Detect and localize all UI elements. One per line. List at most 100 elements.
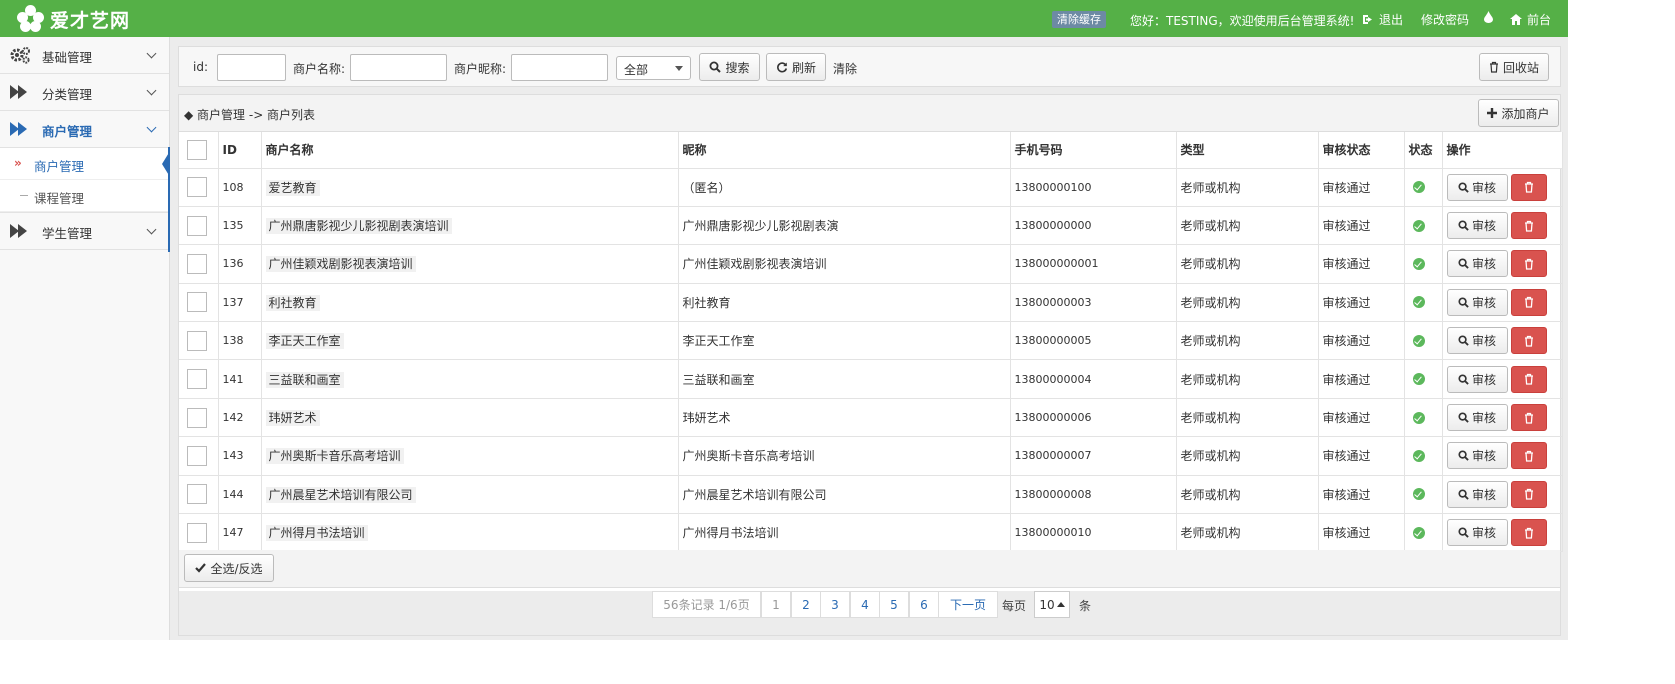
trash-icon: [1524, 489, 1533, 500]
cell-audit-status: 审核通过: [1318, 206, 1405, 246]
delete-button[interactable]: [1510, 404, 1547, 432]
panel-header: ◆ 商户管理 -> 商户列表 添加商户: [179, 95, 1560, 132]
trash-icon: [1524, 373, 1533, 385]
next-page-link[interactable]: 下一页: [938, 591, 998, 618]
audit-button[interactable]: 审核: [1446, 442, 1508, 470]
cell-audit-status: 审核通过: [1318, 244, 1405, 284]
page-link[interactable]: 6: [909, 591, 939, 618]
status-select[interactable]: 全部: [616, 56, 691, 80]
check-circle-icon: [1412, 526, 1425, 539]
cell-type: 老师或机构: [1176, 168, 1319, 207]
audit-button[interactable]: 审核: [1446, 173, 1508, 201]
search-icon: [1458, 297, 1469, 308]
audit-button[interactable]: 审核: [1446, 212, 1508, 240]
change-password-link[interactable]: 修改密码: [1421, 11, 1469, 28]
theme-drop-link[interactable]: [1484, 11, 1493, 23]
sidebar-item-merchant-manage[interactable]: » 商户管理: [0, 148, 170, 180]
audit-button[interactable]: 审核: [1446, 519, 1508, 547]
cell-audit-status: 审核通过: [1318, 436, 1405, 476]
row-checkbox[interactable]: [187, 522, 207, 543]
sidebar-group-label: 商户管理: [42, 124, 93, 139]
clear-link[interactable]: 清除: [833, 60, 857, 77]
row-select-cell: [179, 436, 219, 476]
row-checkbox[interactable]: [187, 484, 207, 505]
page-link[interactable]: 5: [879, 591, 909, 618]
merchant-name-input[interactable]: [350, 54, 447, 81]
refresh-button[interactable]: 刷新: [766, 53, 826, 81]
id-input[interactable]: [217, 54, 286, 81]
select-all-toggle-button[interactable]: 全选/反选: [184, 554, 274, 582]
check-circle-icon: [1412, 181, 1425, 194]
cell-nickname: 广州佳颖戏剧影视表演培训: [678, 244, 1011, 284]
delete-button[interactable]: [1510, 250, 1547, 278]
cell-type: 老师或机构: [1176, 513, 1319, 553]
cell-phone: 13800000008: [1010, 475, 1177, 515]
row-select-cell: [179, 398, 219, 438]
cell-actions: 审核: [1442, 436, 1563, 476]
delete-button[interactable]: [1510, 327, 1547, 355]
clear-cache-button[interactable]: 清除缓存: [1052, 11, 1106, 28]
audit-button[interactable]: 审核: [1446, 365, 1508, 393]
delete-button[interactable]: [1510, 365, 1547, 393]
refresh-button-label: 刷新: [791, 60, 816, 75]
column-header: 手机号码: [1010, 132, 1177, 169]
sidebar-group-merchant[interactable]: 商户管理: [0, 111, 169, 148]
page-link[interactable]: 4: [850, 591, 880, 618]
sidebar-group-basic[interactable]: 基础管理: [0, 37, 169, 74]
cell-nickname: 广州晨星艺术培训有限公司: [678, 475, 1011, 515]
sidebar-item-course-manage[interactable]: 课程管理: [0, 180, 169, 212]
row-select-cell: [179, 321, 219, 361]
delete-button[interactable]: [1510, 173, 1547, 201]
front-link[interactable]: 前台: [1510, 11, 1551, 28]
audit-button[interactable]: 审核: [1446, 250, 1508, 278]
table-row: 147 广州得月书法培训 广州得月书法培训 13800000010 老师或机构 审核通过审…: [179, 513, 1563, 553]
logout-link[interactable]: 退出: [1362, 11, 1403, 28]
sidebar-group-label: 分类管理: [42, 87, 93, 102]
audit-button[interactable]: 审核: [1446, 327, 1508, 355]
logo[interactable]: 爱才艺网: [16, 4, 130, 34]
pagination-summary: 56条记录 1/6页: [652, 591, 761, 618]
welcome-text: 您好：TESTING，欢迎使用后台管理系统!: [1130, 14, 1355, 28]
delete-button[interactable]: [1510, 480, 1547, 508]
table-row: 143 广州奥斯卡音乐高考培训 广州奥斯卡音乐高考培训 13800000007 老师或机…: [179, 436, 1563, 476]
cell-merchant-name: 利社教育: [261, 283, 679, 323]
search-button[interactable]: 搜索: [699, 53, 760, 81]
per-page-select[interactable]: 10: [1034, 591, 1070, 618]
page-link[interactable]: 2: [791, 591, 821, 618]
row-checkbox[interactable]: [187, 330, 207, 351]
search-icon: [1458, 450, 1469, 462]
row-checkbox[interactable]: [187, 215, 207, 236]
add-merchant-label: 添加商户: [1501, 106, 1550, 121]
page-link-current[interactable]: 1: [761, 591, 791, 618]
sidebar-group-category[interactable]: 分类管理: [0, 74, 169, 111]
table-row: 136 广州佳颖戏剧影视表演培训 广州佳颖戏剧影视表演培训 138000000001 老…: [179, 244, 1563, 284]
audit-button[interactable]: 审核: [1446, 404, 1508, 432]
delete-button[interactable]: [1510, 212, 1547, 240]
chevron-down-icon: [146, 224, 157, 235]
column-header: 昵称: [678, 132, 1011, 169]
row-checkbox[interactable]: [187, 177, 207, 198]
recycle-bin-label: 回收站: [1502, 60, 1539, 75]
row-checkbox[interactable]: [187, 369, 207, 390]
trash-icon: [1524, 297, 1533, 309]
delete-button[interactable]: [1510, 288, 1547, 316]
select-all-checkbox[interactable]: [187, 139, 207, 160]
row-checkbox[interactable]: [187, 292, 207, 313]
page-link[interactable]: 3: [820, 591, 850, 618]
recycle-bin-button[interactable]: 回收站: [1479, 53, 1549, 81]
audit-button[interactable]: 审核: [1446, 480, 1508, 508]
merchant-nick-input[interactable]: [511, 54, 608, 81]
audit-button[interactable]: 审核: [1446, 288, 1508, 316]
row-checkbox[interactable]: [187, 407, 207, 428]
merchant-name-text: 爱艺教育: [265, 179, 320, 196]
cell-phone: 13800000005: [1010, 321, 1177, 361]
row-checkbox[interactable]: [187, 253, 207, 274]
sidebar-item-label: 课程管理: [34, 191, 85, 206]
cell-actions: 审核: [1442, 206, 1563, 246]
delete-button[interactable]: [1510, 442, 1547, 470]
cell-actions: 审核: [1442, 359, 1563, 399]
sidebar-group-student[interactable]: 学生管理: [0, 213, 169, 250]
delete-button[interactable]: [1510, 519, 1547, 547]
row-checkbox[interactable]: [187, 445, 207, 466]
add-merchant-button[interactable]: 添加商户: [1478, 99, 1559, 127]
